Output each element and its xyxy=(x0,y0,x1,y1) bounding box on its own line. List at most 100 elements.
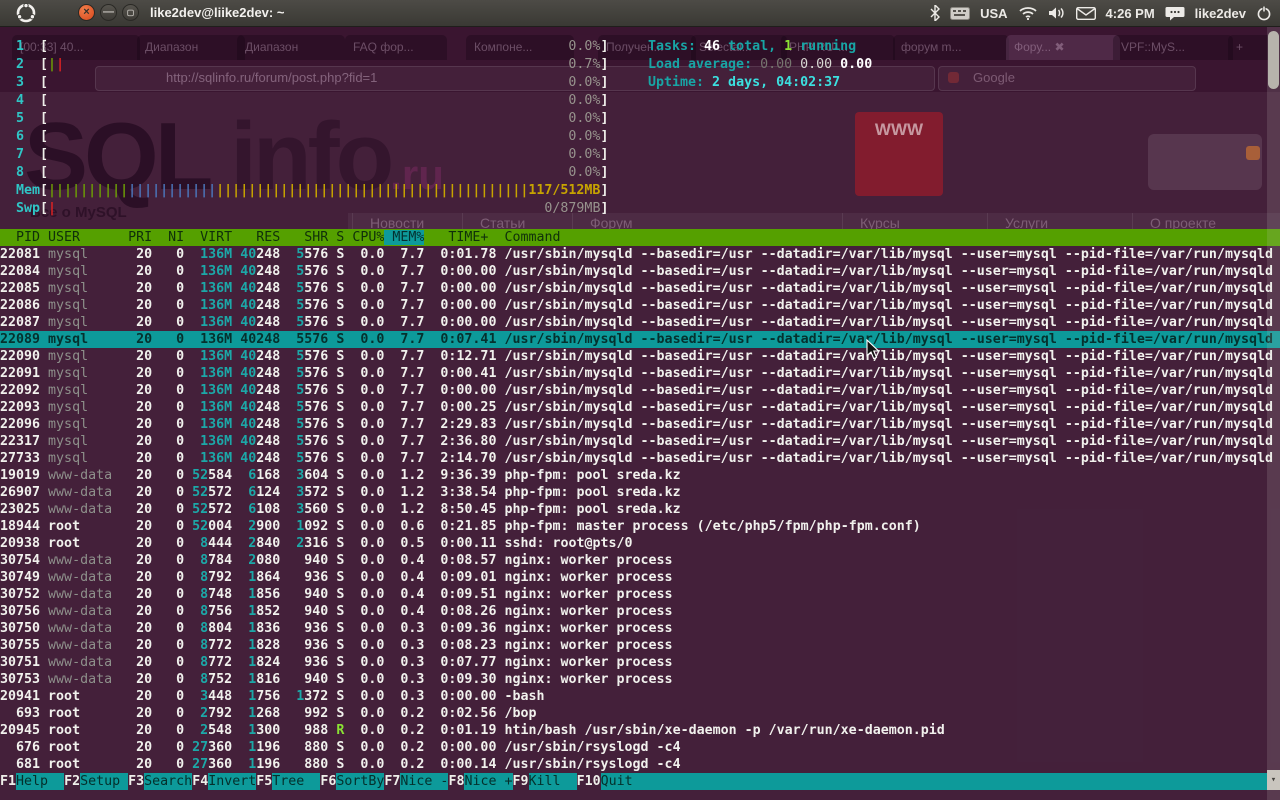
cpu-meter-8: 8 [ 0.0%] xyxy=(0,164,608,181)
process-row[interactable]: 30749 www-data 20 0 8792 1864 936 S 0.0 … xyxy=(0,569,1280,586)
process-row[interactable]: 19019 www-data 20 0 52584 6168 3604 S 0.… xyxy=(0,467,1280,484)
cpu-meter-1: 1 [ 0.0%] xyxy=(0,38,608,55)
ubuntu-logo-icon[interactable] xyxy=(16,3,36,23)
process-row[interactable]: 681 root 20 0 27360 1196 880 S 0.0 0.2 0… xyxy=(0,756,1280,773)
mouse-cursor xyxy=(866,339,881,360)
fkey-f7[interactable]: F7 xyxy=(384,773,400,790)
keyboard-layout-label[interactable]: USA xyxy=(980,6,1007,21)
process-row[interactable]: 20938 root 20 0 8444 2840 2316 S 0.0 0.5… xyxy=(0,535,1280,552)
fkey-label-setup[interactable]: Setup xyxy=(80,773,128,790)
column-header-virt[interactable]: VIRT xyxy=(184,230,232,245)
process-row[interactable]: 676 root 20 0 27360 1196 880 S 0.0 0.2 0… xyxy=(0,739,1280,756)
fkey-label-nice[interactable]: Nice + xyxy=(464,773,512,790)
system-tray: USA 4:26 PM like2dev xyxy=(930,0,1272,26)
volume-icon[interactable] xyxy=(1048,6,1066,20)
window-close-button[interactable]: × xyxy=(78,4,95,21)
window-maximize-button[interactable]: ▢ xyxy=(122,4,139,21)
mail-icon[interactable] xyxy=(1076,7,1096,20)
process-row[interactable]: 30754 www-data 20 0 8784 2080 940 S 0.0 … xyxy=(0,552,1280,569)
process-row[interactable]: 20945 root 20 0 2548 1300 988 R 0.0 0.2 … xyxy=(0,722,1280,739)
function-key-bar: F1Help F2Setup F3SearchF4InvertF5Tree F6… xyxy=(0,773,1280,790)
process-row[interactable]: 22317 mysql 20 0 136M 40248 5576 S 0.0 7… xyxy=(0,433,1280,450)
process-row[interactable]: 22085 mysql 20 0 136M 40248 5576 S 0.0 7… xyxy=(0,280,1280,297)
screen: { "panel": { "title": "like2dev@liike2de… xyxy=(0,0,1280,800)
window-minimize-button[interactable]: — xyxy=(100,4,117,21)
column-header-command[interactable]: Command xyxy=(496,230,560,245)
fkey-f3[interactable]: F3 xyxy=(128,773,144,790)
fkey-label-kill[interactable]: Kill xyxy=(529,773,577,790)
process-row[interactable]: 22093 mysql 20 0 136M 40248 5576 S 0.0 7… xyxy=(0,399,1280,416)
process-row[interactable]: 30750 www-data 20 0 8804 1836 936 S 0.0 … xyxy=(0,620,1280,637)
column-header-ni[interactable]: NI xyxy=(152,230,184,245)
scrollbar-thumb[interactable] xyxy=(1268,31,1279,89)
process-row[interactable]: 22086 mysql 20 0 136M 40248 5576 S 0.0 7… xyxy=(0,297,1280,314)
process-row[interactable]: 30753 www-data 20 0 8752 1816 940 S 0.0 … xyxy=(0,671,1280,688)
scrollbar-down-arrow[interactable]: ▾ xyxy=(1267,770,1280,790)
process-row[interactable]: 22091 mysql 20 0 136M 40248 5576 S 0.0 7… xyxy=(0,365,1280,382)
htop-app: 1 [ 0.0%] 2 [|| 0.7%] 3 [ xyxy=(0,26,1280,800)
clock[interactable]: 4:26 PM xyxy=(1106,6,1155,21)
process-row[interactable]: 30751 www-data 20 0 8772 1824 936 S 0.0 … xyxy=(0,654,1280,671)
swap-meter: Swp[| 0/879MB] xyxy=(0,200,608,217)
top-panel: × — ▢ like2dev@liike2dev: ~ USA 4:26 PM xyxy=(0,0,1280,27)
process-table-header[interactable]: PID USER PRI NI VIRT RES SHR S CPU% MEM%… xyxy=(0,229,1280,246)
column-header-mem[interactable]: MEM% xyxy=(384,230,424,245)
process-row[interactable]: 30752 www-data 20 0 8748 1856 940 S 0.0 … xyxy=(0,586,1280,603)
fkey-label-quit[interactable]: Quit xyxy=(601,773,649,790)
messaging-icon[interactable] xyxy=(1165,6,1185,21)
process-row[interactable]: 30756 www-data 20 0 8756 1852 940 S 0.0 … xyxy=(0,603,1280,620)
column-header-cpu[interactable]: CPU% xyxy=(344,230,384,245)
fkey-f8[interactable]: F8 xyxy=(448,773,464,790)
fkey-f4[interactable]: F4 xyxy=(192,773,208,790)
process-row[interactable]: 693 root 20 0 2792 1268 992 S 0.0 0.2 0:… xyxy=(0,705,1280,722)
column-header-s[interactable]: S xyxy=(328,230,344,245)
column-header-shr[interactable]: SHR xyxy=(280,230,328,245)
process-row[interactable]: 20941 root 20 0 3448 1756 1372 S 0.0 0.3… xyxy=(0,688,1280,705)
terminal-window: [00:33] 40...ДиапазонДиапазонFAQ фор...К… xyxy=(0,26,1280,800)
process-row[interactable]: 27733 mysql 20 0 136M 40248 5576 S 0.0 7… xyxy=(0,450,1280,467)
fkey-f6[interactable]: F6 xyxy=(320,773,336,790)
process-table: 22081 mysql 20 0 136M 40248 5576 S 0.0 7… xyxy=(0,246,1280,773)
power-icon[interactable] xyxy=(1256,5,1272,21)
fkey-label-help[interactable]: Help xyxy=(16,773,64,790)
process-row[interactable]: 22089 mysql 20 0 136M 40248 5576 S 0.0 7… xyxy=(0,331,1280,348)
fkey-label-nice[interactable]: Nice - xyxy=(400,773,448,790)
process-row[interactable]: 22087 mysql 20 0 136M 40248 5576 S 0.0 7… xyxy=(0,314,1280,331)
summary-load-average: Load average: 0.00 0.00 0.00 xyxy=(648,56,872,73)
process-row[interactable]: 18944 root 20 0 52004 2900 1092 S 0.0 0.… xyxy=(0,518,1280,535)
scrollbar-track[interactable] xyxy=(1267,26,1280,800)
process-row[interactable]: 22092 mysql 20 0 136M 40248 5576 S 0.0 7… xyxy=(0,382,1280,399)
session-username[interactable]: like2dev xyxy=(1195,6,1246,21)
column-header-res[interactable]: RES xyxy=(232,230,280,245)
process-row[interactable]: 23025 www-data 20 0 52572 6108 3560 S 0.… xyxy=(0,501,1280,518)
cpu-meter-5: 5 [ 0.0%] xyxy=(0,110,608,127)
cpu-meter-7: 7 [ 0.0%] xyxy=(0,146,608,163)
fkey-label-sortby[interactable]: SortBy xyxy=(336,773,384,790)
fkey-f2[interactable]: F2 xyxy=(64,773,80,790)
column-header-time[interactable]: TIME+ xyxy=(424,230,496,245)
fkey-label-search[interactable]: Search xyxy=(144,773,192,790)
process-row[interactable]: 22096 mysql 20 0 136M 40248 5576 S 0.0 7… xyxy=(0,416,1280,433)
process-row[interactable]: 30755 www-data 20 0 8772 1828 936 S 0.0 … xyxy=(0,637,1280,654)
wifi-icon[interactable] xyxy=(1018,6,1038,20)
keyboard-layout-icon[interactable] xyxy=(950,7,970,20)
memory-meter: Mem[||||||||||||||||||||||||||||||||||||… xyxy=(0,182,608,199)
column-header-pid[interactable]: PID xyxy=(0,230,40,245)
fkey-label-tree[interactable]: Tree xyxy=(272,773,320,790)
fbar-filler xyxy=(649,773,1280,790)
summary-tasks: Tasks: 46 total, 1 running xyxy=(648,38,856,55)
fkey-label-invert[interactable]: Invert xyxy=(208,773,256,790)
fkey-f1[interactable]: F1 xyxy=(0,773,16,790)
fkey-f9[interactable]: F9 xyxy=(513,773,529,790)
fkey-f5[interactable]: F5 xyxy=(256,773,272,790)
process-row[interactable]: 22084 mysql 20 0 136M 40248 5576 S 0.0 7… xyxy=(0,263,1280,280)
bluetooth-icon[interactable] xyxy=(930,5,940,21)
cpu-meter-6: 6 [ 0.0%] xyxy=(0,128,608,145)
column-header-user[interactable]: USER xyxy=(40,230,120,245)
fkey-f10[interactable]: F10 xyxy=(577,773,601,790)
process-row[interactable]: 22090 mysql 20 0 136M 40248 5576 S 0.0 7… xyxy=(0,348,1280,365)
process-row[interactable]: 26907 www-data 20 0 52572 6124 3572 S 0.… xyxy=(0,484,1280,501)
column-header-pri[interactable]: PRI xyxy=(120,230,152,245)
summary-uptime: Uptime: 2 days, 04:02:37 xyxy=(648,74,840,91)
process-row[interactable]: 22081 mysql 20 0 136M 40248 5576 S 0.0 7… xyxy=(0,246,1280,263)
